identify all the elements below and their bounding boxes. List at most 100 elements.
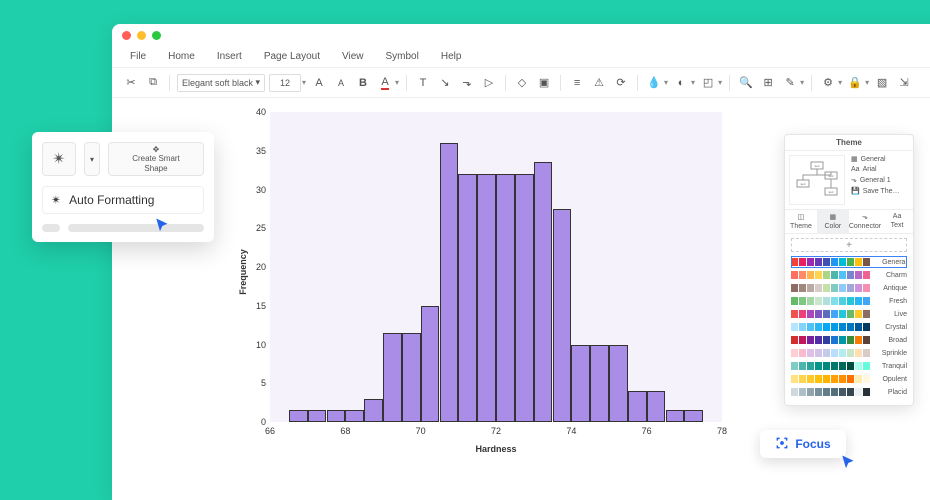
histogram-bar [402,333,421,422]
theme-general[interactable]: ▦General [851,155,911,163]
palette-row[interactable]: Fresh [791,295,907,307]
pen-icon[interactable]: ✎ [781,74,799,92]
palette-row[interactable]: Tranquil [791,360,907,372]
color-swatch [815,297,822,305]
palette-row[interactable]: General [791,256,907,268]
auto-formatting-row[interactable]: ✴ Auto Formatting [42,186,204,214]
font-decrease-icon[interactable]: A [332,74,350,92]
histogram-bar [289,410,308,422]
rotate-icon[interactable]: ⟳ [612,74,630,92]
tab-color[interactable]: ▦Color [817,210,849,233]
palette-row[interactable]: Charm [791,269,907,281]
font-color-icon[interactable]: A [376,74,394,92]
fill-icon[interactable]: 💧 [645,74,663,92]
palette-row[interactable]: Sprinkle [791,347,907,359]
color-swatch [799,271,806,279]
palette-row[interactable]: Live [791,308,907,320]
color-swatch [823,362,830,370]
color-swatch [823,336,830,344]
layers-icon[interactable]: ◇ [513,74,531,92]
cut-icon[interactable]: ✂ [122,74,140,92]
color-swatch [791,284,798,292]
color-swatch [823,375,830,383]
color-swatch [855,297,862,305]
color-swatch [831,310,838,318]
focus-icon [775,436,789,453]
tab-connector[interactable]: ⬎Connector [849,210,881,233]
color-swatch [863,310,870,318]
menubar: File Home Insert Page Layout View Symbol… [112,46,930,68]
palette-row[interactable]: Antique [791,282,907,294]
minimize-icon[interactable] [137,31,146,40]
pointer-tool-icon[interactable]: ▷ [480,74,498,92]
search-icon[interactable]: 🔍 [737,74,755,92]
create-smart-shape-button[interactable]: ✥ Create Smart Shape [108,142,204,176]
theme-preview[interactable]: texttexttexttext [789,155,845,205]
shadow-icon[interactable]: ◐ [672,74,690,92]
menu-help[interactable]: Help [441,51,462,62]
palette-name: Charm [886,272,907,279]
palette-name: Live [894,311,907,318]
palette-row[interactable]: Broad [791,334,907,346]
color-swatch [863,271,870,279]
x-tick: 72 [491,426,501,436]
bold-icon[interactable]: B [354,74,372,92]
sparkle-button[interactable]: ✴ [42,142,76,176]
add-palette-button[interactable]: + [791,238,907,252]
color-swatch [831,323,838,331]
palette-name: Fresh [889,298,907,305]
save-icon: 💾 [851,187,860,195]
tab-text[interactable]: AaText [881,210,913,233]
color-swatch [839,323,846,331]
tab-theme[interactable]: ◫Theme [785,210,817,233]
color-swatch [815,323,822,331]
color-swatch [863,362,870,370]
export-icon[interactable]: ⇲ [895,74,913,92]
color-swatch [855,310,862,318]
copy-icon[interactable]: ⧉ [144,74,162,92]
color-swatch [823,258,830,266]
menu-symbol[interactable]: Symbol [386,51,419,62]
menu-view[interactable]: View [342,51,364,62]
sparkle-icon: ✴ [51,193,61,207]
crop-icon[interactable]: ◰ [699,74,717,92]
menu-page-layout[interactable]: Page Layout [264,51,320,62]
palette-row[interactable]: Crystal [791,321,907,333]
font-size-select[interactable]: 12 [269,74,301,92]
theme-connector[interactable]: ⬎General 1 [851,176,911,184]
menu-insert[interactable]: Insert [217,51,242,62]
lock-icon[interactable]: 🔒 [846,74,864,92]
font-increase-icon[interactable]: A [310,74,328,92]
auto-formatting-slider[interactable] [42,224,204,232]
font-select[interactable]: Elegant soft black▾ [177,74,265,92]
image-icon[interactable]: ▧ [873,74,891,92]
menu-home[interactable]: Home [168,51,195,62]
color-swatch [847,362,854,370]
palette-row[interactable]: Opulent [791,373,907,385]
text-tool-icon[interactable]: T [414,74,432,92]
maximize-icon[interactable] [152,31,161,40]
y-tick: 35 [256,146,266,156]
sparkle-dropdown[interactable]: ▾ [84,142,100,176]
cursor-icon [154,217,172,235]
close-icon[interactable] [122,31,131,40]
color-swatch [791,336,798,344]
focus-button[interactable]: Focus [760,430,846,458]
settings-icon[interactable]: ⚙ [819,74,837,92]
palette-name: Crystal [885,324,907,331]
titlebar [112,24,930,46]
x-tick: 76 [642,426,652,436]
line-tool-icon[interactable]: ↘ [436,74,454,92]
theme-save[interactable]: 💾Save The… [851,187,911,195]
menu-file[interactable]: File [130,51,146,62]
table-icon[interactable]: ⊞ [759,74,777,92]
distribute-icon[interactable]: ⚠ [590,74,608,92]
auto-formatting-popover: ✴ ▾ ✥ Create Smart Shape ✴ Auto Formatti… [32,132,214,242]
group-icon[interactable]: ▣ [535,74,553,92]
palette-row[interactable]: Placid [791,386,907,398]
connector-tool-icon[interactable]: ⬎ [458,74,476,92]
theme-font[interactable]: AaArial [851,166,911,173]
color-swatch [815,375,822,383]
align-icon[interactable]: ≡ [568,74,586,92]
color-swatch [799,258,806,266]
